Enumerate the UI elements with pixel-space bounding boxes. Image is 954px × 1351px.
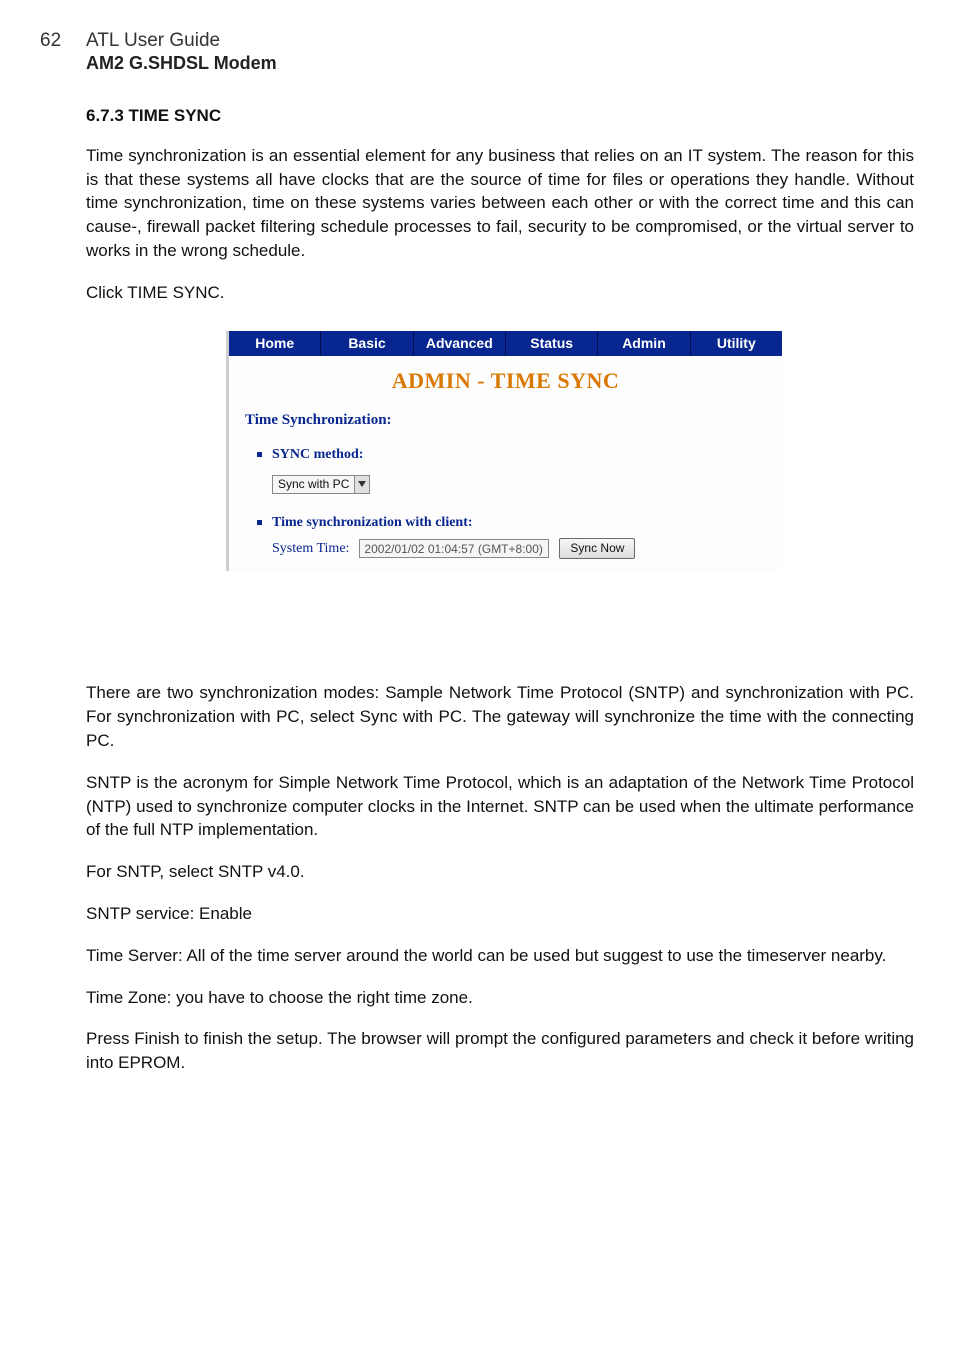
system-time-label: System Time: — [272, 539, 349, 559]
sync-method-label: SYNC method: — [272, 445, 363, 465]
tab-utility[interactable]: Utility — [691, 331, 782, 356]
panel-subheading: Time Synchronization: — [245, 410, 766, 431]
tab-status[interactable]: Status — [506, 331, 598, 356]
bullet-icon — [257, 520, 262, 525]
tab-admin[interactable]: Admin — [598, 331, 690, 356]
paragraph: Time Server: All of the time server arou… — [86, 944, 914, 968]
paragraph: There are two synchronization modes: Sam… — [86, 681, 914, 752]
bullet-icon — [257, 452, 262, 457]
sync-method-value: Sync with PC — [273, 476, 354, 493]
paragraph: SNTP service: Enable — [86, 902, 914, 926]
paragraph: Time Zone: you have to choose the right … — [86, 986, 914, 1010]
main-content: 6.7.3 TIME SYNC Time synchronization is … — [86, 104, 914, 1075]
page-number: 62 — [40, 30, 70, 52]
page-header: 62 ATL User Guide AM2 G.SHDSL Modem — [40, 30, 914, 74]
client-sync-label: Time synchronization with client: — [272, 513, 473, 533]
system-time-field[interactable]: 2002/01/02 01:04:57 (GMT+8:00) — [359, 539, 549, 558]
chevron-down-icon — [354, 476, 369, 493]
doc-title: ATL User Guide — [86, 30, 277, 52]
sync-method-row: SYNC method: — [257, 445, 766, 465]
paragraph: For SNTP, select SNTP v4.0. — [86, 860, 914, 884]
tab-home[interactable]: Home — [229, 331, 321, 356]
section-heading: 6.7.3 TIME SYNC — [86, 104, 914, 128]
tab-basic[interactable]: Basic — [321, 331, 413, 356]
admin-time-sync-screenshot: Home Basic Advanced Status Admin Utility… — [226, 331, 782, 572]
tab-bar: Home Basic Advanced Status Admin Utility — [229, 331, 782, 356]
doc-subtitle: AM2 G.SHDSL Modem — [86, 53, 277, 74]
paragraph: Press Finish to finish the setup. The br… — [86, 1027, 914, 1075]
sync-now-button[interactable]: Sync Now — [559, 538, 635, 559]
paragraph: Time synchronization is an essential ele… — [86, 144, 914, 263]
panel-title: ADMIN - TIME SYNC — [229, 366, 782, 397]
sync-method-select[interactable]: Sync with PC — [272, 475, 370, 494]
paragraph: Click TIME SYNC. — [86, 281, 914, 305]
paragraph: SNTP is the acronym for Simple Network T… — [86, 771, 914, 842]
tab-advanced[interactable]: Advanced — [414, 331, 506, 356]
client-sync-row: Time synchronization with client: — [257, 513, 766, 533]
